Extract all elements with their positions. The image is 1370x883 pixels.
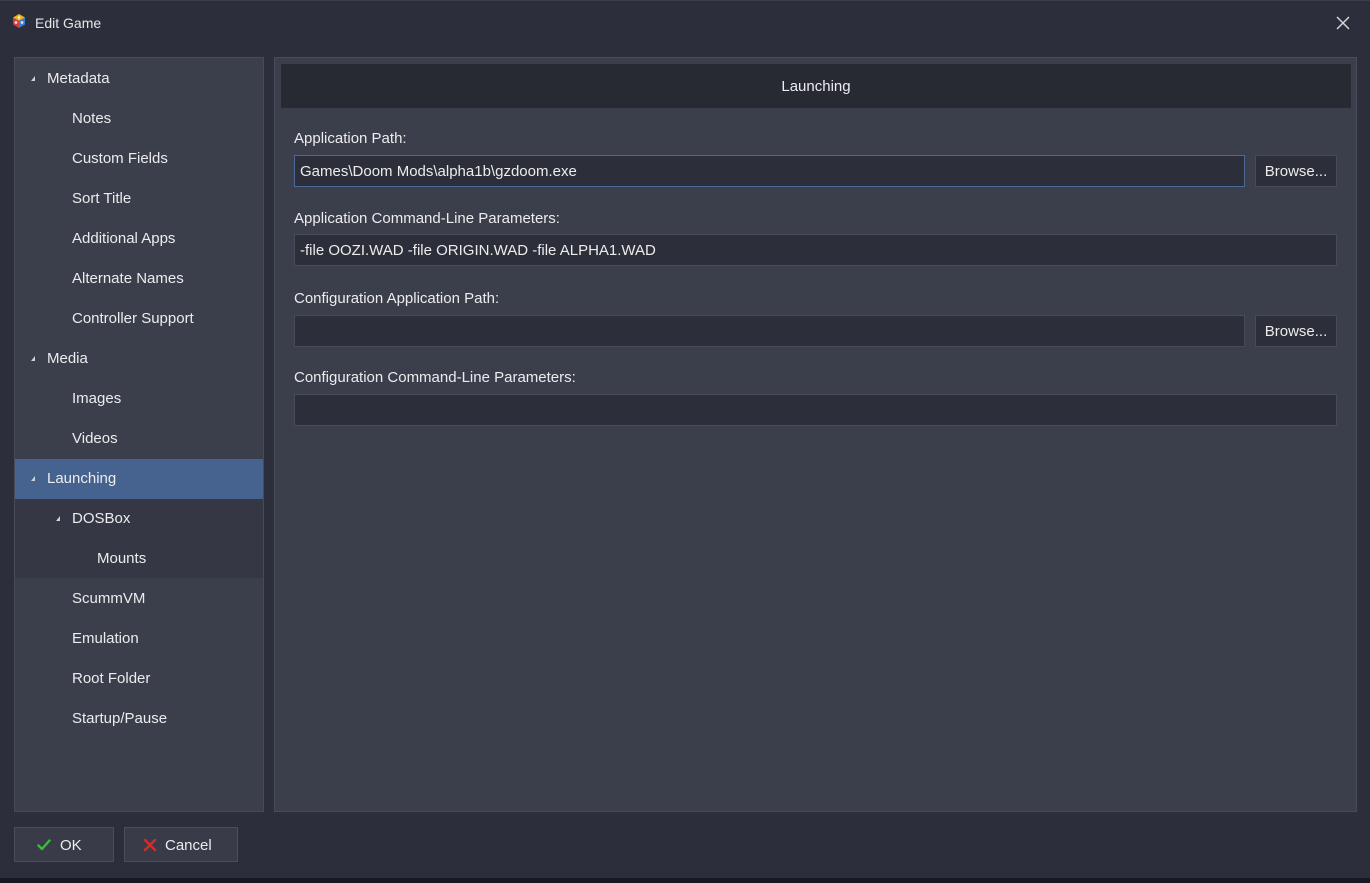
sidebar-item-additional-apps[interactable]: Additional Apps — [15, 219, 263, 259]
configuration-path-browse-button[interactable]: Browse... — [1255, 315, 1337, 347]
sidebar-item-alternate-names[interactable]: Alternate Names — [15, 259, 263, 299]
configuration-path-label: Configuration Application Path: — [294, 290, 500, 307]
sidebar-item-images[interactable]: Images — [15, 379, 263, 419]
sidebar-item-label: Mounts — [97, 550, 147, 567]
section-header: Launching — [281, 64, 1351, 108]
configuration-params-input[interactable] — [294, 394, 1337, 426]
expand-arrow-icon[interactable] — [31, 76, 35, 81]
sidebar-item-label: Custom Fields — [72, 150, 168, 167]
sidebar-item-sort-title[interactable]: Sort Title — [15, 179, 263, 219]
sidebar-item-label: Notes — [72, 110, 112, 127]
configuration-params-label: Configuration Command-Line Parameters: — [294, 369, 576, 386]
cancel-button-label: Cancel — [165, 837, 212, 854]
sidebar-item-custom-fields[interactable]: Custom Fields — [15, 139, 263, 179]
sidebar-item-media[interactable]: Media — [15, 339, 263, 379]
sidebar-item-label: Videos — [72, 430, 118, 447]
window-title: Edit Game — [35, 15, 102, 31]
sidebar-item-label: DOSBox — [72, 510, 131, 527]
sidebar-item-emulation[interactable]: Emulation — [15, 619, 263, 659]
sidebar-item-label: Launching — [47, 470, 117, 487]
ok-button-label: OK — [60, 837, 82, 854]
cube-icon — [13, 14, 25, 28]
close-icon — [1336, 16, 1350, 30]
cancel-button[interactable]: Cancel — [124, 827, 238, 862]
sidebar-item-label: Controller Support — [72, 310, 194, 327]
sidebar-item-label: ScummVM — [72, 590, 146, 607]
sidebar-item-startup-pause[interactable]: Startup/Pause — [15, 699, 263, 739]
sidebar-item-label: Additional Apps — [72, 230, 176, 247]
expand-arrow-icon[interactable] — [56, 516, 60, 521]
sidebar-item-label: Media — [47, 350, 88, 367]
sidebar-item-label: Startup/Pause — [72, 710, 168, 727]
application-path-input[interactable] — [294, 155, 1245, 187]
sidebar-item-label: Sort Title — [72, 190, 132, 207]
expand-arrow-icon[interactable] — [31, 356, 35, 361]
sidebar-item-videos[interactable]: Videos — [15, 419, 263, 459]
sidebar-item-label: Alternate Names — [72, 270, 184, 287]
sidebar-tree: Metadata Notes Custom Fields Sort Title Addi… — [14, 57, 264, 812]
taskbar-edge — [0, 878, 1370, 883]
ok-button[interactable]: OK — [14, 827, 114, 862]
application-path-browse-button[interactable]: Browse... — [1255, 155, 1337, 187]
configuration-path-input[interactable] — [294, 315, 1245, 347]
sidebar-item-mounts[interactable]: Mounts — [15, 539, 263, 579]
sidebar-item-controller-support[interactable]: Controller Support — [15, 299, 263, 339]
title-bar: Edit Game — [0, 1, 1370, 45]
sidebar-item-dosbox[interactable]: DOSBox — [15, 499, 263, 539]
cross-icon — [143, 838, 157, 852]
sidebar-item-notes[interactable]: Notes — [15, 99, 263, 139]
application-params-input[interactable] — [294, 234, 1337, 266]
application-path-label: Application Path: — [294, 130, 407, 147]
sidebar-item-label: Metadata — [47, 70, 110, 87]
launching-panel: Launching Application Path: Browse... Ap… — [274, 57, 1357, 812]
sidebar-item-root-folder[interactable]: Root Folder — [15, 659, 263, 699]
expand-arrow-icon[interactable] — [31, 476, 35, 481]
sidebar-item-label: Emulation — [72, 630, 139, 647]
sidebar-item-metadata[interactable]: Metadata — [15, 59, 263, 99]
sidebar-item-scummvm[interactable]: ScummVM — [15, 579, 263, 619]
close-button[interactable] — [1328, 9, 1358, 37]
sidebar-item-label: Images — [72, 390, 122, 407]
edit-game-window: Edit Game Metadata Notes Custom Fields Sort… — [0, 0, 1370, 878]
checkmark-icon — [37, 839, 51, 851]
sidebar-item-label: Root Folder — [72, 670, 151, 687]
application-params-label: Application Command-Line Parameters: — [294, 210, 560, 227]
sidebar-item-launching[interactable]: Launching — [15, 459, 263, 499]
